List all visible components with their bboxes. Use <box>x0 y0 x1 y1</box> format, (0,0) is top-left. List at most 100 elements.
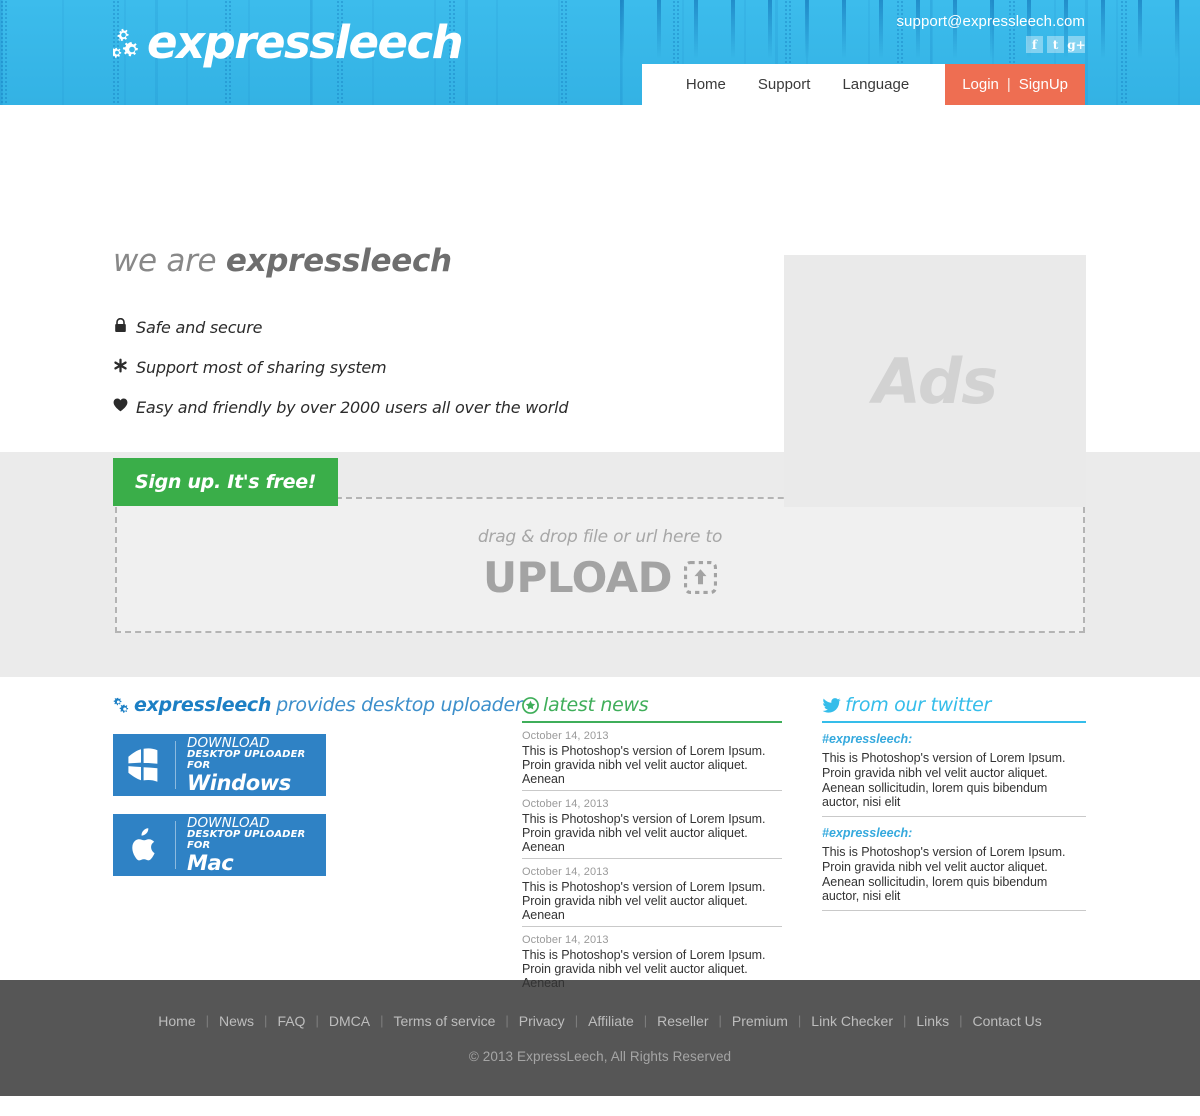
auth-buttons-group: Login | SignUp <box>945 64 1085 105</box>
dropzone-main-row: UPLOAD <box>482 553 718 602</box>
feature-item-friendly: Easy and friendly by over 2000 users all… <box>113 387 569 427</box>
hero-title-brand: expressleech <box>225 243 452 279</box>
download-mac-button[interactable]: DOWNLOAD DESKTOP UPLOADER FOR Mac <box>113 814 326 876</box>
news-body: This is Photoshop's version of Lorem Ips… <box>522 948 766 990</box>
page-title: we are expressleech <box>113 243 452 279</box>
footer-link-faq[interactable]: FAQ <box>267 1013 315 1029</box>
download-line1: DOWNLOAD <box>186 735 270 752</box>
twitter-column: from our twitter #expressleech: This is … <box>822 694 1086 911</box>
tweet-handle: #expressleech: <box>822 826 913 840</box>
feature-label: Easy and friendly by over 2000 users all… <box>136 397 569 417</box>
upload-arrow-icon <box>684 561 718 594</box>
download-windows-labels: DOWNLOAD DESKTOP UPLOADER FOR Windows <box>176 736 326 794</box>
footer-link-terms-of-service[interactable]: Terms of service <box>383 1013 505 1029</box>
main-navigation: Home Support Language Login | SignUp <box>641 64 1085 105</box>
news-date: October 14, 2013 <box>522 730 609 742</box>
footer-link-contact-us[interactable]: Contact Us <box>962 1013 1051 1029</box>
tweet-body: This is Photoshop's version of Lorem Ips… <box>822 845 1066 904</box>
news-body: This is Photoshop's version of Lorem Ips… <box>522 880 766 922</box>
dropzone-subtitle: drag & drop file or url here to <box>477 527 723 547</box>
footer-link-link-checker[interactable]: Link Checker <box>801 1013 903 1029</box>
download-line2: DESKTOP UPLOADER FOR <box>186 749 306 772</box>
file-dropzone[interactable]: drag & drop file or url here to UPLOAD <box>115 496 1085 633</box>
ads-label: Ads <box>872 344 998 418</box>
ads-placeholder[interactable]: Ads <box>784 255 1086 507</box>
copyright-text: © 2013 ExpressLeech, All Rights Reserved <box>468 1048 732 1064</box>
apple-logo-icon <box>113 827 175 863</box>
section-title: from our twitter <box>845 694 992 716</box>
gears-icon <box>113 697 129 713</box>
googleplus-icon[interactable]: g+ <box>1067 36 1086 53</box>
footer-link-home[interactable]: Home <box>148 1013 205 1029</box>
download-line1: DOWNLOAD <box>186 815 270 832</box>
footer-link-affiliate[interactable]: Affiliate <box>578 1013 644 1029</box>
desktop-uploader-heading: expressleech provides desktop uploader <box>113 694 523 716</box>
asterisk-icon <box>113 358 128 377</box>
nav-item-language[interactable]: Language <box>826 76 925 93</box>
news-date: October 14, 2013 <box>522 934 609 946</box>
latest-news-column: latest news October 14, 2013 This is Pho… <box>522 694 782 994</box>
section-title: latest news <box>543 694 649 716</box>
nav-item-home[interactable]: Home <box>670 76 742 93</box>
heart-icon <box>113 398 128 416</box>
feature-label: Safe and secure <box>136 317 263 337</box>
content-columns: expressleech provides desktop uploader D… <box>0 677 1200 990</box>
gears-icon <box>113 28 138 58</box>
dropzone-upload-label: UPLOAD <box>482 553 673 602</box>
signup-cta-button[interactable]: Sign up. It's free! <box>113 458 339 506</box>
login-button[interactable]: Login <box>962 76 999 93</box>
site-footer: Home | News | FAQ | DMCA | Terms of serv… <box>0 980 1200 1096</box>
news-date: October 14, 2013 <box>522 866 609 878</box>
twitter-heading: from our twitter <box>822 694 1086 723</box>
news-body: This is Photoshop's version of Lorem Ips… <box>522 812 766 854</box>
hero-section: we are expressleech Safe and secure Supp… <box>0 105 1200 507</box>
site-header: expressleech support@expressleech.com f … <box>0 0 1200 105</box>
feature-label: Support most of sharing system <box>136 357 387 377</box>
auth-separator: | <box>1006 76 1011 93</box>
tweet-body: This is Photoshop's version of Lorem Ips… <box>822 751 1066 810</box>
tweet-item[interactable]: #expressleech: This is Photoshop's versi… <box>822 723 1086 817</box>
footer-link-dmca[interactable]: DMCA <box>319 1013 380 1029</box>
twitter-bird-icon <box>822 697 841 713</box>
news-body: This is Photoshop's version of Lorem Ips… <box>522 744 766 786</box>
uploader-heading-brand: expressleech <box>134 694 272 716</box>
circled-star-icon <box>522 696 539 714</box>
logo-text: expressleech <box>147 16 464 69</box>
news-item[interactable]: October 14, 2013 This is Photoshop's ver… <box>522 927 782 994</box>
hero-title-prefix: we are <box>113 243 226 279</box>
download-platform: Mac <box>186 850 234 875</box>
news-item[interactable]: October 14, 2013 This is Photoshop's ver… <box>522 791 782 859</box>
twitter-icon[interactable]: t <box>1047 36 1064 53</box>
signup-button[interactable]: SignUp <box>1019 76 1068 93</box>
download-windows-button[interactable]: DOWNLOAD DESKTOP UPLOADER FOR Windows <box>113 734 326 796</box>
facebook-icon[interactable]: f <box>1026 36 1043 53</box>
support-email[interactable]: support@expressleech.com <box>896 13 1085 31</box>
feature-item-safe: Safe and secure <box>113 307 568 347</box>
header-contact-block: support@expressleech.com f t g+ <box>896 13 1086 53</box>
feature-item-sharing: Support most of sharing system <box>113 347 568 387</box>
download-platform: Windows <box>186 770 291 795</box>
footer-link-links[interactable]: Links <box>906 1013 959 1029</box>
social-links: f t g+ <box>896 36 1086 53</box>
lock-icon <box>113 317 128 337</box>
nav-item-support[interactable]: Support <box>742 76 827 93</box>
footer-link-premium[interactable]: Premium <box>722 1013 798 1029</box>
nav-links-group: Home Support Language <box>641 64 946 105</box>
latest-news-heading: latest news <box>522 694 782 723</box>
site-logo[interactable]: expressleech <box>113 16 464 69</box>
uploader-heading-rest: provides desktop uploader <box>276 694 523 716</box>
news-item[interactable]: October 14, 2013 This is Photoshop's ver… <box>522 859 782 927</box>
footer-links: Home | News | FAQ | DMCA | Terms of serv… <box>148 1013 1051 1029</box>
tweet-item[interactable]: #expressleech: This is Photoshop's versi… <box>822 817 1086 911</box>
feature-list: Safe and secure Support most of sharing … <box>113 307 569 427</box>
windows-logo-icon <box>113 747 175 783</box>
desktop-uploader-column: expressleech provides desktop uploader D… <box>113 694 523 876</box>
download-mac-labels: DOWNLOAD DESKTOP UPLOADER FOR Mac <box>176 816 326 874</box>
footer-link-privacy[interactable]: Privacy <box>509 1013 575 1029</box>
news-item[interactable]: October 14, 2013 This is Photoshop's ver… <box>522 723 782 791</box>
download-line2: DESKTOP UPLOADER FOR <box>186 829 306 852</box>
tweet-handle: #expressleech: <box>822 732 913 746</box>
footer-link-reseller[interactable]: Reseller <box>647 1013 718 1029</box>
news-date: October 14, 2013 <box>522 798 609 810</box>
footer-link-news[interactable]: News <box>209 1013 264 1029</box>
